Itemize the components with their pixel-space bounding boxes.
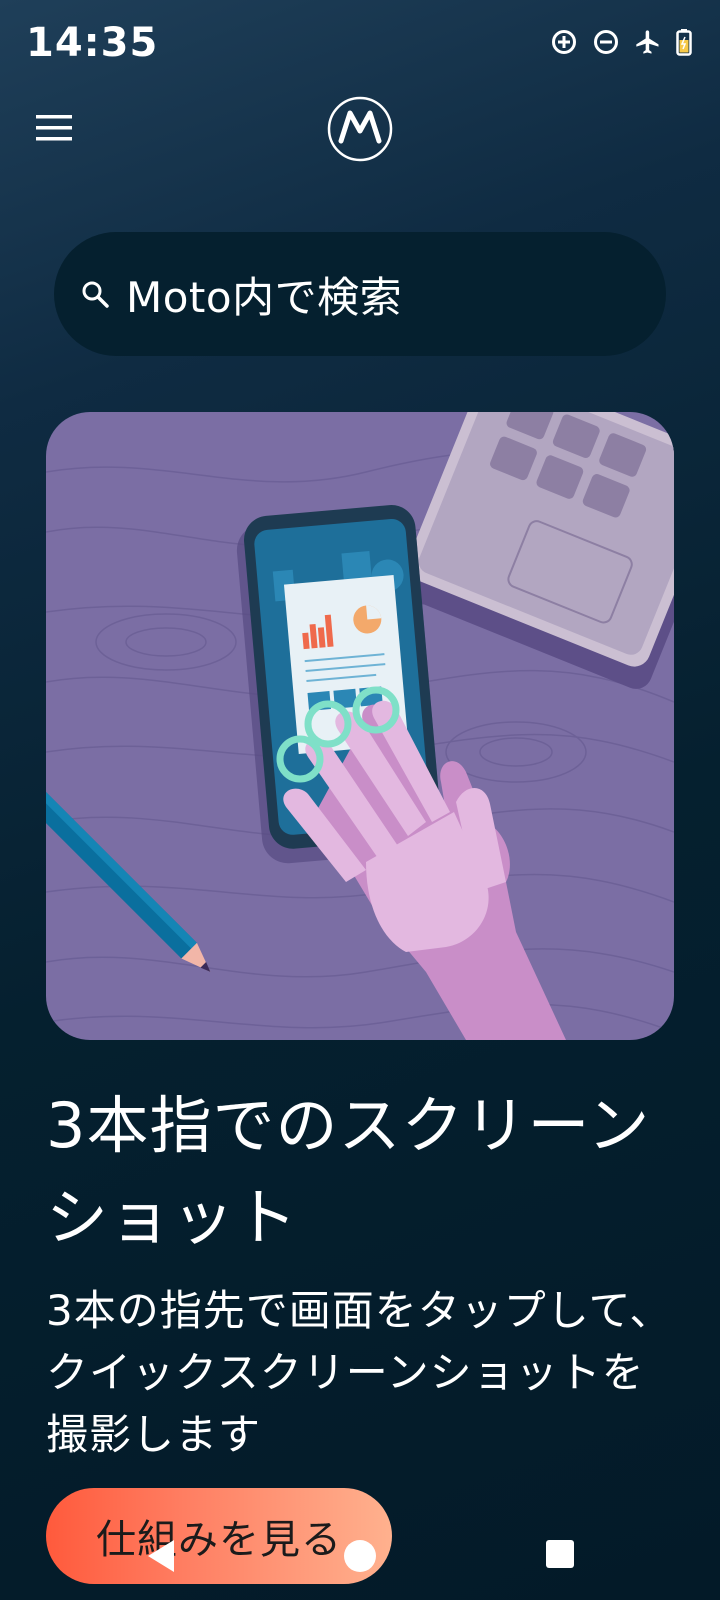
battery-charging-icon bbox=[676, 28, 692, 56]
search-placeholder: Moto内で検索 bbox=[126, 272, 403, 322]
menu-button[interactable] bbox=[30, 106, 78, 150]
motorola-logo bbox=[327, 96, 393, 162]
search-bar[interactable]: Moto内で検索 bbox=[54, 232, 666, 356]
data-saver-icon bbox=[550, 28, 578, 56]
status-icons bbox=[550, 28, 692, 56]
airplane-mode-icon bbox=[634, 28, 662, 56]
see-how-it-works-button[interactable]: 仕組みを見る bbox=[46, 1488, 392, 1584]
status-time: 14:35 bbox=[26, 20, 159, 66]
feature-illustration bbox=[46, 412, 674, 1040]
home-icon[interactable] bbox=[344, 1540, 376, 1572]
cta-label: 仕組みを見る bbox=[96, 1517, 342, 1563]
search-icon bbox=[82, 281, 109, 308]
hamburger-menu-icon bbox=[36, 115, 72, 141]
recents-icon[interactable] bbox=[546, 1540, 574, 1568]
do-not-disturb-icon bbox=[592, 28, 620, 56]
feature-title: 3本指でのスクリーンショット bbox=[46, 1089, 651, 1254]
feature-description: 3本の指先で画面をタップして、クイックスクリーンショットを撮影します bbox=[46, 1286, 673, 1459]
back-icon[interactable] bbox=[146, 1538, 176, 1574]
status-bar: 14:35 bbox=[0, 0, 720, 90]
